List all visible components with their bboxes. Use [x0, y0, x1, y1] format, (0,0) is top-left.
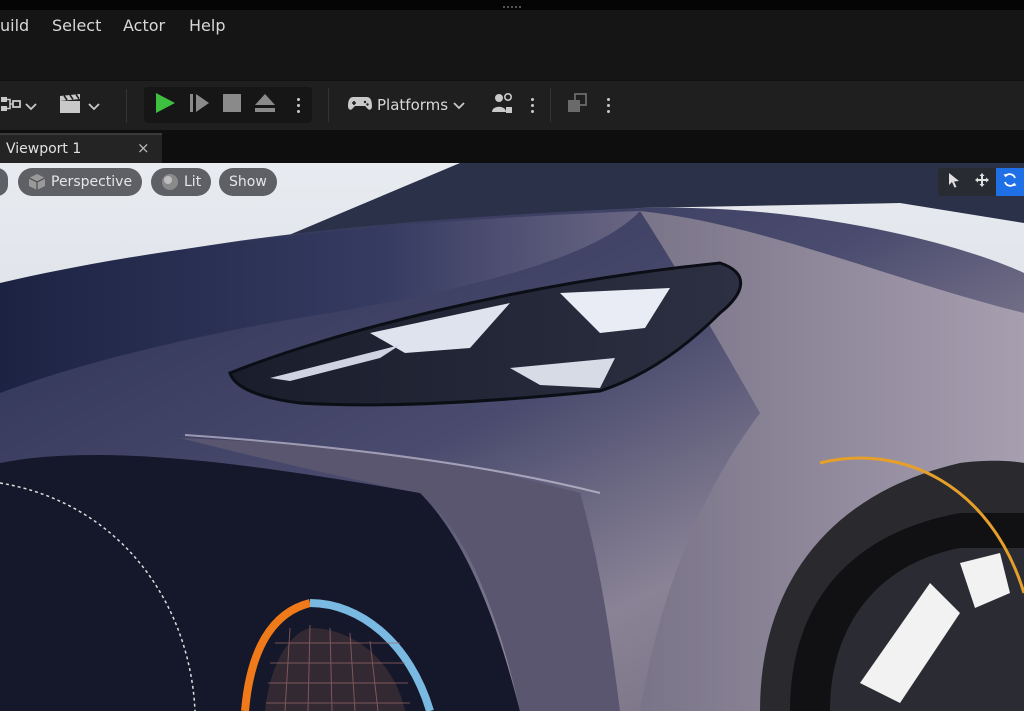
tab-label: Viewport 1: [6, 141, 82, 157]
select-tool-button[interactable]: [940, 168, 968, 196]
gamepad-icon: [347, 93, 373, 117]
scene-render: [0, 163, 1024, 711]
menu-actor[interactable]: Actor: [123, 16, 165, 35]
blueprint-icon: [0, 94, 22, 118]
menu-select[interactable]: Select: [52, 16, 101, 35]
editor-tab-bar: Viewport 1 ×: [0, 130, 1024, 163]
cube-icon: [28, 173, 46, 191]
lit-label: Lit: [184, 174, 202, 190]
show-button[interactable]: Show: [219, 168, 277, 196]
close-icon[interactable]: ×: [137, 139, 150, 157]
show-label: Show: [229, 174, 267, 190]
transform-tools-group: [938, 168, 1024, 196]
tab-viewport-1[interactable]: Viewport 1 ×: [0, 133, 162, 163]
advance-frame-button[interactable]: [189, 90, 211, 120]
cinematics-icon: [58, 93, 84, 119]
move-tool-button[interactable]: [968, 168, 996, 196]
more-options-icon: [296, 97, 300, 113]
lit-button[interactable]: Lit: [151, 168, 212, 196]
menu-build[interactable]: uild: [0, 16, 29, 35]
user-settings-button[interactable]: [490, 90, 516, 120]
toolbar-separator: [328, 88, 329, 122]
cursor-icon: [947, 172, 961, 192]
viewport-canvas[interactable]: Perspective Lit Show: [0, 163, 1024, 711]
play-button[interactable]: [154, 90, 176, 120]
window-top-strip: [0, 0, 1024, 10]
chevron-down-icon: [25, 97, 37, 116]
user-settings-icon: [490, 91, 516, 119]
more-options-icon: [606, 97, 610, 113]
toolbar-separator: [126, 89, 127, 123]
layout-options-menu[interactable]: [606, 90, 610, 120]
move-arrows-icon: [974, 172, 990, 192]
layout-icon: [566, 92, 588, 118]
rotate-icon: [1002, 172, 1018, 192]
perspective-button[interactable]: Perspective: [18, 168, 143, 196]
chevron-down-icon: [453, 96, 465, 115]
rotate-tool-button[interactable]: [996, 168, 1024, 196]
play-options-menu[interactable]: [296, 90, 300, 120]
chevron-down-icon: [88, 97, 100, 116]
stop-button[interactable]: [222, 90, 242, 120]
platforms-label: Platforms: [377, 96, 449, 114]
eject-icon: [254, 92, 276, 118]
advance-frame-icon: [189, 92, 211, 118]
perspective-label: Perspective: [51, 174, 133, 190]
platforms-dropdown[interactable]: Platforms: [347, 90, 465, 120]
more-options-icon: [530, 97, 534, 113]
window-drag-grip[interactable]: [503, 6, 521, 8]
menu-bar: uild Select Actor Help: [0, 10, 1024, 80]
play-icon: [154, 92, 176, 118]
eject-button[interactable]: [254, 90, 276, 120]
settings-options-menu[interactable]: [530, 90, 534, 120]
cinematics-dropdown[interactable]: [58, 91, 100, 121]
stop-icon: [222, 93, 242, 117]
blueprint-dropdown[interactable]: [0, 91, 37, 121]
layout-button[interactable]: [566, 90, 588, 120]
menu-help[interactable]: Help: [189, 16, 225, 35]
toolbar-separator: [550, 88, 551, 122]
lit-sphere-icon: [161, 173, 179, 191]
